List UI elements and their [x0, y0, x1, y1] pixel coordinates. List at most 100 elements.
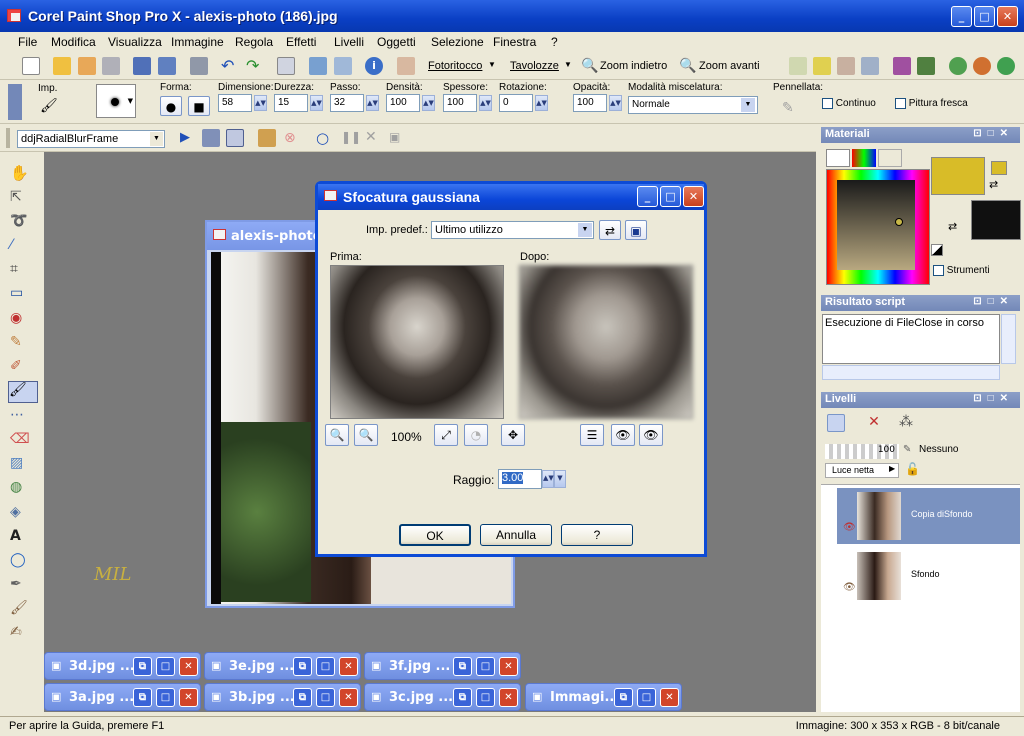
crop-tool-icon[interactable]: ⌗: [10, 261, 30, 281]
pan-tool-icon[interactable]: ✋: [10, 164, 30, 184]
save-script-icon[interactable]: ▣: [389, 130, 400, 144]
auto-proof-icon[interactable]: 👁: [639, 424, 663, 446]
continuo-checkbox[interactable]: Continuo: [822, 98, 876, 109]
after-preview[interactable]: [519, 265, 693, 419]
fotoritocco-arrow-icon[interactable]: ▼: [488, 60, 496, 69]
pittura-fresca-checkbox[interactable]: Pittura fresca: [895, 98, 968, 109]
new-icon[interactable]: [22, 57, 40, 75]
undo-icon[interactable]: ↶: [221, 57, 239, 75]
cancel-script-icon[interactable]: ⊗: [284, 130, 296, 146]
restore-icon[interactable]: ⧉: [614, 688, 633, 707]
restore-icon[interactable]: ⧉: [133, 688, 152, 707]
before-preview[interactable]: [330, 265, 504, 419]
maximize-icon[interactable]: □: [316, 688, 335, 707]
proof-icon[interactable]: ◔: [464, 424, 488, 446]
menu-effetti[interactable]: Effetti: [286, 35, 316, 49]
close-icon[interactable]: ✕: [339, 657, 358, 676]
dimensione-spin[interactable]: ▲▼: [254, 95, 267, 111]
maximize-icon[interactable]: □: [476, 688, 495, 707]
restore-icon[interactable]: ⧉: [453, 688, 472, 707]
close-icon[interactable]: ✕: [179, 657, 198, 676]
record-icon[interactable]: ○: [316, 129, 329, 147]
sparkle-icon[interactable]: [813, 57, 831, 75]
modalita-select[interactable]: Normale ▼: [628, 96, 758, 114]
menu-immagine[interactable]: Immagine: [171, 35, 224, 49]
minimized-window-3d[interactable]: ▣ 3d.jpg ... ⧉ □ ✕: [44, 652, 201, 680]
pause-icon[interactable]: ❚❚: [341, 130, 361, 144]
zoom-out-preview-icon[interactable]: 🔍: [325, 424, 349, 446]
pan-preview-icon[interactable]: ✥: [501, 424, 525, 446]
pattern-tab-icon[interactable]: [878, 149, 902, 167]
brush-preset-icon[interactable]: 🖌: [40, 98, 68, 118]
menu-livelli[interactable]: Livelli: [334, 35, 364, 49]
close-icon[interactable]: ✕: [179, 688, 198, 707]
cube-icon[interactable]: [861, 57, 879, 75]
menu-help[interactable]: ?: [551, 35, 558, 49]
help-button[interactable]: ?: [561, 524, 633, 546]
script-result-title[interactable]: Risultato script ⊡□✕: [821, 295, 1020, 311]
menu-regola[interactable]: Regola: [235, 35, 273, 49]
script-select[interactable]: ddjRadialBlurFrame ▼: [17, 130, 165, 148]
maximize-button[interactable]: □: [974, 6, 995, 27]
eraser-icon[interactable]: [397, 57, 415, 75]
tavolozze-menu[interactable]: Tavolozze: [510, 60, 559, 72]
lock-icon[interactable]: 🔓: [905, 462, 920, 476]
stroke-icon[interactable]: ✎: [782, 100, 794, 116]
rotazione-field[interactable]: 0: [499, 94, 533, 112]
menu-oggetti[interactable]: Oggetti: [377, 35, 416, 49]
durezza-spin[interactable]: ▲▼: [310, 95, 323, 111]
densita-spin[interactable]: ▲▼: [422, 95, 435, 111]
landscape-icon[interactable]: [917, 57, 935, 75]
script-output-hscroll[interactable]: [822, 365, 1000, 380]
dimensione-field[interactable]: 58: [218, 94, 252, 112]
menu-finestra[interactable]: Finestra: [493, 35, 536, 49]
fotoritocco-menu[interactable]: Fotoritocco: [428, 60, 482, 72]
minimized-window-immagine[interactable]: ▣ Immagi... ⧉ □ ✕: [525, 683, 682, 711]
minimized-window-3f[interactable]: ▣ 3f.jpg ... ⧉ □ ✕: [364, 652, 521, 680]
person-green-icon[interactable]: [949, 57, 967, 75]
dialog-maximize-button[interactable]: □: [660, 186, 681, 207]
mask-icon[interactable]: ✎: [903, 444, 911, 455]
layer-visibility-icon[interactable]: 👁: [843, 582, 856, 593]
dialog-close-button[interactable]: ✕: [683, 186, 704, 207]
opacita-spin[interactable]: ▲▼: [609, 95, 622, 111]
fg-mini-swatch[interactable]: [991, 161, 1007, 175]
app-icon[interactable]: [7, 9, 21, 22]
layer-opacity-field[interactable]: 100: [825, 444, 899, 459]
edit-script-icon[interactable]: [202, 129, 220, 147]
restore-icon[interactable]: ⧉: [453, 657, 472, 676]
rotazione-spin[interactable]: ▲▼: [535, 95, 548, 111]
lasso-tool-icon[interactable]: ➰: [10, 213, 30, 233]
opacita-field[interactable]: 100: [573, 94, 607, 112]
densita-field[interactable]: 100: [386, 94, 420, 112]
clone-tool-icon[interactable]: ✎: [10, 334, 30, 354]
eye-icon[interactable]: [837, 57, 855, 75]
close-icon[interactable]: ✕: [499, 657, 518, 676]
radius-spin[interactable]: ▲▼: [542, 470, 554, 488]
run-script-icon[interactable]: ▶: [180, 130, 190, 145]
zoom-out-button[interactable]: Zoom indietro: [600, 60, 667, 72]
restore-icon[interactable]: ⧉: [133, 657, 152, 676]
script-grip[interactable]: [6, 128, 10, 148]
straighten-tool-icon[interactable]: ▭: [10, 285, 30, 305]
scan-icon[interactable]: [102, 57, 120, 75]
print-icon[interactable]: [190, 57, 208, 75]
tavolozze-arrow-icon[interactable]: ▼: [564, 60, 572, 69]
foreground-swatch[interactable]: [931, 157, 985, 195]
brush-preview[interactable]: ▼: [96, 84, 136, 118]
maximize-icon[interactable]: □: [476, 657, 495, 676]
preset-dropdown-icon[interactable]: ▼: [578, 223, 592, 237]
strumenti-checkbox[interactable]: Strumenti: [933, 265, 990, 276]
radius-field[interactable]: 3.00: [498, 469, 542, 489]
person-orange-icon[interactable]: [973, 57, 991, 75]
smudge-tool-icon[interactable]: ✍: [10, 624, 30, 644]
text-tool-icon[interactable]: A: [10, 528, 30, 548]
dialog-minimize-button[interactable]: _: [637, 186, 658, 207]
script-output[interactable]: Esecuzione di FileClose in corso: [822, 314, 1000, 364]
zoom-out-icon[interactable]: 🔍: [581, 57, 598, 74]
gradient-tab-icon[interactable]: [852, 149, 876, 167]
minimized-window-3c[interactable]: ▣ 3c.jpg ... ⧉ □ ✕: [364, 683, 521, 711]
browse-icon[interactable]: [78, 57, 96, 75]
menu-visualizza[interactable]: Visualizza: [108, 35, 162, 49]
reset-colors-icon[interactable]: [931, 244, 943, 256]
